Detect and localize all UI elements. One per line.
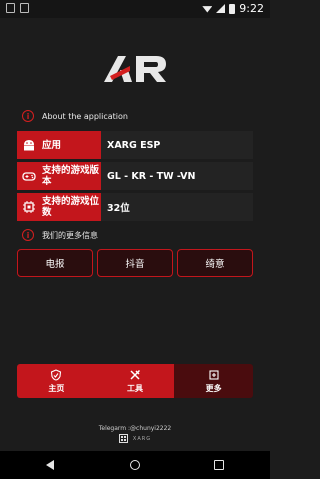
chip-icon [23, 201, 35, 213]
row-label: 支持的游戏版本 [42, 165, 100, 187]
tools-icon [130, 369, 141, 380]
bottom-nav: 主页 工具 更多 [17, 364, 253, 398]
nav-item-tools[interactable]: 工具 [95, 364, 175, 398]
telegram-contact: Telegarm :@chunyi2222 [98, 425, 172, 432]
nav-item-label: 主页 [48, 383, 65, 393]
row-value: XARG ESP [101, 131, 253, 159]
recent-apps-icon[interactable] [214, 460, 224, 470]
brand-name: XARG [132, 435, 152, 442]
home-icon[interactable] [130, 460, 140, 470]
notification-icon [20, 3, 29, 13]
about-header-label: About the application [42, 111, 128, 121]
qiyi-button[interactable]: 绮意 [177, 249, 253, 277]
more-info-header-label: 我们的更多信息 [42, 230, 98, 240]
about-header: i About the application [17, 110, 253, 122]
system-nav-bar [0, 451, 270, 479]
notification-icon [6, 3, 15, 13]
brand-footer: XARG [0, 434, 270, 443]
brand-logo-icon [118, 434, 128, 443]
info-icon: i [22, 229, 34, 241]
info-row-bit-version: 支持的游戏位数 32位 [17, 193, 253, 221]
gamepad-icon [22, 172, 36, 181]
nav-item-home[interactable]: 主页 [17, 364, 96, 398]
row-label: 支持的游戏位数 [42, 196, 100, 218]
info-row-app: 应用 XARG ESP [17, 131, 253, 159]
nav-item-more[interactable]: 更多 [174, 364, 253, 398]
douyin-button[interactable]: 抖音 [97, 249, 173, 277]
more-info-header: i 我们的更多信息 [17, 229, 253, 241]
row-label: 应用 [42, 139, 62, 151]
battery-icon [229, 3, 236, 14]
shield-icon [51, 368, 62, 381]
status-time: 9:22 [239, 2, 264, 15]
android-icon [24, 140, 34, 151]
info-row-game-version: 支持的游戏版本 GL - KR - TW -VN [17, 162, 253, 190]
nav-item-label: 更多 [205, 383, 222, 393]
status-bar: 9:22 [0, 0, 270, 18]
row-value: 32位 [101, 193, 253, 221]
back-icon[interactable] [46, 460, 54, 470]
telegram-button[interactable]: 电报 [17, 249, 93, 277]
signal-icon [216, 4, 226, 13]
wifi-icon [202, 6, 213, 13]
app-logo [104, 56, 166, 82]
more-icon [209, 369, 219, 380]
nav-item-label: 工具 [127, 383, 143, 393]
info-icon: i [22, 110, 34, 122]
row-value: GL - KR - TW -VN [101, 162, 253, 190]
